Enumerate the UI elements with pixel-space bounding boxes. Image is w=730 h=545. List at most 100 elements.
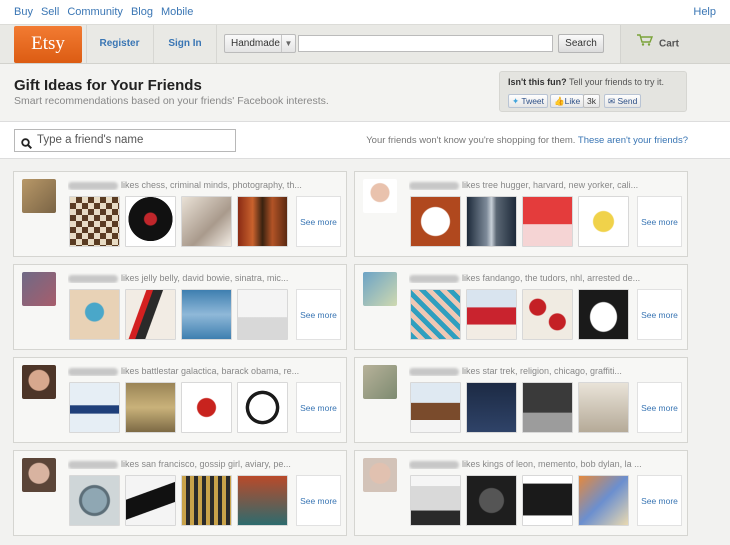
privacy-note: Your friends won't know you're shopping …: [366, 135, 688, 146]
product-thumbnail[interactable]: [125, 382, 176, 433]
nav-blog-link[interactable]: Blog: [131, 6, 153, 18]
tweet-label: Tweet: [521, 96, 545, 106]
product-thumbnail[interactable]: [69, 289, 120, 340]
see-more-link[interactable]: See more: [637, 196, 682, 247]
nav-sell-link[interactable]: Sell: [41, 6, 59, 18]
see-more-link[interactable]: See more: [637, 382, 682, 433]
friend-card: likes chess, criminal minds, photography…: [13, 171, 347, 257]
product-thumbnails: [410, 475, 629, 526]
top-nav-links: Buy Sell Community Blog Mobile: [14, 6, 193, 18]
friend-name-blurred: [68, 460, 118, 469]
product-thumbnail[interactable]: [69, 196, 120, 247]
product-thumbnail[interactable]: [578, 382, 629, 433]
product-thumbnail[interactable]: [181, 196, 232, 247]
share-prompt: Tell your friends to try it.: [568, 77, 665, 87]
product-thumbnail[interactable]: [522, 289, 573, 340]
friends-grid: likes chess, criminal minds, photography…: [0, 159, 730, 545]
product-thumbnail[interactable]: [237, 289, 288, 340]
top-nav: Buy Sell Community Blog Mobile Help: [0, 0, 730, 24]
see-more-link[interactable]: See more: [637, 475, 682, 526]
help-link[interactable]: Help: [693, 6, 716, 18]
search-button[interactable]: Search: [558, 34, 604, 53]
twitter-bird-icon: ✦: [512, 96, 520, 106]
product-thumbnail[interactable]: [69, 382, 120, 433]
product-thumbnail[interactable]: [410, 289, 461, 340]
product-thumbnail[interactable]: [410, 382, 461, 433]
cart-icon: [637, 25, 654, 63]
send-label: Send: [617, 96, 638, 106]
friend-name-blurred: [409, 181, 459, 190]
see-more-link[interactable]: See more: [296, 289, 341, 340]
cart-button[interactable]: Cart: [620, 25, 730, 63]
friend-card: likes jelly belly, david bowie, sinatra,…: [13, 264, 347, 350]
product-thumbnail[interactable]: [181, 475, 232, 526]
friend-card: likes kings of leon, memento, bob dylan,…: [354, 450, 688, 536]
tweet-button[interactable]: ✦ Tweet: [508, 94, 549, 108]
product-thumbnail[interactable]: [181, 382, 232, 433]
product-thumbnail[interactable]: [125, 289, 176, 340]
etsy-logo[interactable]: Etsy: [14, 26, 82, 63]
friend-interests: likes battlestar galactica, barack obama…: [68, 366, 343, 376]
category-select[interactable]: Handmade ▼: [224, 34, 296, 53]
see-more-link[interactable]: See more: [296, 196, 341, 247]
cart-label: Cart: [659, 38, 680, 50]
product-thumbnail[interactable]: [578, 196, 629, 247]
sign-in-button[interactable]: Sign In: [153, 25, 217, 63]
product-thumbnail[interactable]: [181, 289, 232, 340]
product-thumbnail[interactable]: [410, 196, 461, 247]
register-button[interactable]: Register: [86, 25, 152, 63]
friend-card: likes tree hugger, harvard, new yorker, …: [354, 171, 688, 257]
see-more-link[interactable]: See more: [296, 475, 341, 526]
hero-section: Gift Ideas for Your Friends Smart recomm…: [0, 64, 730, 122]
product-thumbnail[interactable]: [466, 289, 517, 340]
product-thumbnails: [410, 196, 629, 247]
friend-avatar[interactable]: [363, 272, 397, 306]
friend-name-blurred: [68, 181, 118, 190]
friend-avatar[interactable]: [22, 272, 56, 306]
friend-avatar[interactable]: [363, 179, 397, 213]
nav-community-link[interactable]: Community: [67, 6, 123, 18]
share-question: Isn't this fun?: [508, 77, 567, 87]
product-thumbnail[interactable]: [522, 382, 573, 433]
friend-avatar[interactable]: [22, 365, 56, 399]
page-subtitle: Smart recommendations based on your frie…: [14, 95, 329, 107]
product-thumbnail[interactable]: [410, 475, 461, 526]
friend-avatar[interactable]: [363, 458, 397, 492]
friend-avatar[interactable]: [22, 458, 56, 492]
product-thumbnail[interactable]: [125, 196, 176, 247]
thumbs-up-icon: 👍: [554, 96, 565, 106]
site-header: Etsy Register Sign In Handmade ▼ Search …: [0, 24, 730, 64]
friend-interests: likes kings of leon, memento, bob dylan,…: [409, 459, 684, 469]
product-thumbnail[interactable]: [578, 289, 629, 340]
product-thumbnail[interactable]: [578, 475, 629, 526]
friend-avatar[interactable]: [22, 179, 56, 213]
product-thumbnail[interactable]: [125, 475, 176, 526]
product-thumbnail[interactable]: [466, 475, 517, 526]
product-thumbnail[interactable]: [466, 196, 517, 247]
send-button[interactable]: ✉ Send: [604, 94, 642, 108]
search-input[interactable]: [298, 35, 553, 52]
friend-name-blurred: [409, 367, 459, 376]
friend-card: likes fandango, the tudors, nhl, arreste…: [354, 264, 688, 350]
product-thumbnail[interactable]: [237, 196, 288, 247]
nav-buy-link[interactable]: Buy: [14, 6, 33, 18]
product-thumbnail[interactable]: [237, 475, 288, 526]
product-thumbnails: [69, 475, 288, 526]
see-more-link[interactable]: See more: [637, 289, 682, 340]
product-thumbnail[interactable]: [237, 382, 288, 433]
facebook-like-button[interactable]: 👍Like: [550, 94, 585, 108]
product-thumbnail[interactable]: [522, 475, 573, 526]
share-text: Isn't this fun? Tell your friends to try…: [508, 77, 664, 87]
not-your-friends-link[interactable]: These aren't your friends?: [578, 135, 688, 146]
product-thumbnail[interactable]: [522, 196, 573, 247]
product-thumbnail[interactable]: [466, 382, 517, 433]
friend-interests: likes san francisco, gossip girl, aviary…: [68, 459, 343, 469]
friend-avatar[interactable]: [363, 365, 397, 399]
friend-name-blurred: [409, 274, 459, 283]
like-count: 3k: [583, 94, 600, 108]
see-more-link[interactable]: See more: [296, 382, 341, 433]
friend-name-blurred: [68, 274, 118, 283]
friend-search-input[interactable]: Type a friend's name: [14, 129, 236, 152]
nav-mobile-link[interactable]: Mobile: [161, 6, 193, 18]
product-thumbnail[interactable]: [69, 475, 120, 526]
